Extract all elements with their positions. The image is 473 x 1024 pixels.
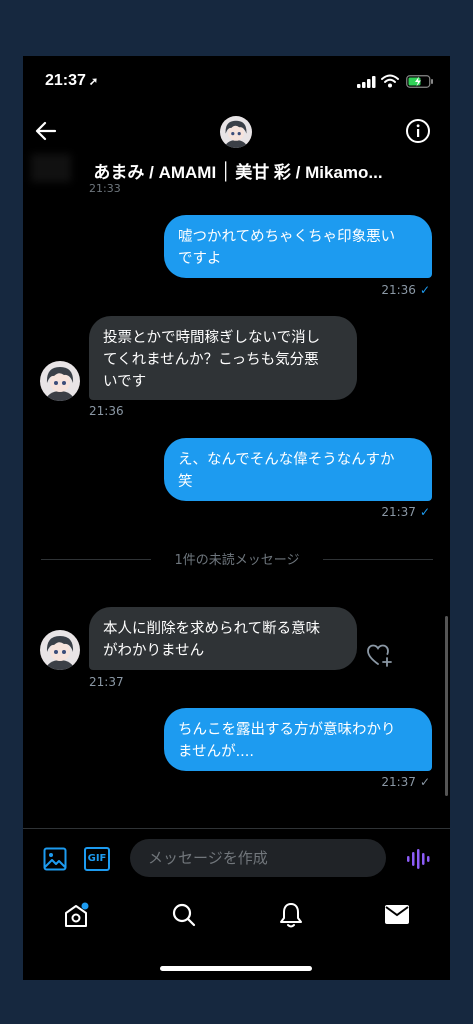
conversation-header: あまみ / AMAMI ׀ 美甘 彩 / Mikamo...: [23, 106, 450, 186]
outgoing-message[interactable]: ちんこを露出する方が意味わかり ませんが....: [164, 708, 432, 771]
unread-divider-label: 1件の未読メッセージ: [174, 553, 300, 568]
info-icon[interactable]: [405, 118, 431, 144]
cellular-signal-icon: [357, 76, 376, 88]
message-timestamp: 21:37 ✓: [381, 775, 430, 789]
message-timestamp: 21:36 ✓: [381, 283, 430, 297]
wifi-icon: [381, 74, 399, 88]
read-check-icon: ✓: [419, 283, 430, 297]
battery-charging-icon: [406, 75, 433, 88]
scrollbar[interactable]: [445, 616, 448, 796]
mail-icon[interactable]: [384, 903, 410, 927]
status-time: 21:37 ➚: [45, 72, 99, 89]
location-arrow-icon: ➚: [88, 76, 99, 88]
heart-add-icon[interactable]: [367, 644, 393, 668]
unread-divider: 1件の未読メッセージ: [41, 553, 433, 568]
status-bar: 21:37 ➚: [23, 56, 450, 106]
outgoing-message[interactable]: 嘘つかれてめちゃくちゃ印象悪い ですよ: [164, 215, 432, 278]
read-check-icon: ✓: [419, 505, 430, 519]
message-input[interactable]: メッセージを作成: [130, 839, 386, 877]
search-icon[interactable]: [171, 902, 197, 928]
gif-icon[interactable]: GIF: [84, 847, 110, 871]
cut-timestamp: 21:33: [89, 182, 121, 195]
sender-avatar[interactable]: [40, 361, 80, 401]
message-timestamp: 21:37: [89, 675, 124, 689]
conversation-title[interactable]: あまみ / AMAMI ׀ 美甘 彩 / Mikamo...: [63, 158, 413, 183]
message-timestamp: 21:36: [89, 404, 124, 418]
message-composer: GIF メッセージを作成: [23, 828, 450, 889]
outgoing-message[interactable]: え、なんでそんな偉そうなんすか 笑: [164, 438, 432, 501]
header-avatar[interactable]: [220, 116, 252, 148]
voice-icon[interactable]: [406, 847, 430, 871]
home-icon[interactable]: [63, 902, 91, 930]
home-indicator[interactable]: [160, 966, 312, 971]
sender-avatar[interactable]: [40, 630, 80, 670]
phone-screen: 21:37 ➚ あまみ / AMAMI ׀ 美甘 彩 / Mikamo... 2…: [23, 56, 450, 980]
incoming-message[interactable]: 本人に削除を求められて断る意味 がわかりません: [89, 607, 357, 670]
bottom-tab-bar: [23, 886, 450, 946]
incoming-message[interactable]: 投票とかで時間稼ぎしないで消し てくれませんか？こっちも気分悪 いです: [89, 316, 357, 400]
bell-icon[interactable]: [278, 901, 304, 929]
back-arrow-icon[interactable]: [35, 120, 57, 142]
message-timestamp: 21:37 ✓: [381, 505, 430, 519]
image-icon[interactable]: [43, 847, 67, 871]
sent-check-icon: ✓: [419, 775, 430, 789]
